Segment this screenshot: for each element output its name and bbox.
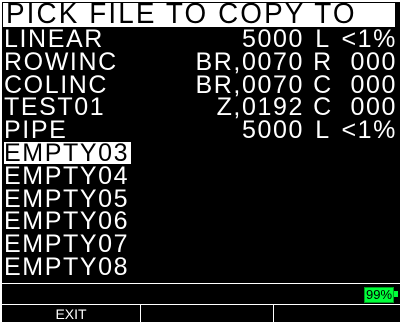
- softkey-2[interactable]: [141, 305, 274, 322]
- file-name: EMPTY04: [4, 161, 130, 190]
- device-screen: PICK FILE TO COPY TO LINEAR 5000 L <1% ROWIN…: [2, 2, 400, 322]
- file-value: <1%: [341, 25, 397, 53]
- file-value: 000: [350, 70, 397, 99]
- file-name: TEST01: [4, 93, 106, 122]
- file-name: EMPTY05: [4, 184, 130, 213]
- softkey-3[interactable]: [274, 305, 400, 322]
- file-name: EMPTY08: [4, 253, 130, 281]
- file-mode: C: [313, 93, 333, 122]
- file-row[interactable]: PIPE 5000 L <1%: [2, 116, 397, 145]
- file-name: PIPE: [4, 116, 68, 145]
- file-name: EMPTY07: [4, 230, 130, 259]
- battery-level: 99%: [366, 287, 393, 302]
- file-row[interactable]: COLINC BR,0070 C 000: [2, 70, 397, 99]
- file-name: ROWINC: [4, 47, 118, 76]
- softkey-bar: EXIT: [2, 304, 400, 322]
- battery-indicator: 99%: [364, 287, 394, 303]
- file-row[interactable]: LINEAR 5000 L <1%: [2, 25, 397, 53]
- status-bar: 99%: [2, 283, 400, 304]
- file-resolution: 5000: [241, 116, 304, 145]
- file-row[interactable]: TEST01 Z,0192 C 000: [2, 93, 397, 122]
- file-resolution: BR,0070: [195, 70, 304, 99]
- file-name: COLINC: [4, 70, 109, 99]
- file-row[interactable]: EMPTY04: [2, 161, 394, 190]
- file-name: EMPTY03: [4, 139, 132, 167]
- battery-nub: [394, 291, 398, 297]
- file-name: LINEAR: [4, 25, 104, 53]
- file-row[interactable]: EMPTY03: [2, 139, 394, 167]
- file-mode: C: [313, 70, 333, 99]
- file-resolution: 5000: [241, 25, 304, 53]
- file-row[interactable]: EMPTY08: [2, 253, 394, 281]
- file-value: 000: [350, 93, 397, 122]
- file-mode: R: [313, 47, 333, 76]
- file-row[interactable]: EMPTY06: [2, 207, 394, 236]
- file-value: 000: [350, 47, 397, 76]
- file-row[interactable]: EMPTY07: [2, 230, 394, 259]
- file-value: <1%: [341, 116, 397, 145]
- file-mode: L: [315, 116, 331, 145]
- file-row[interactable]: EMPTY05: [2, 184, 394, 213]
- file-resolution: BR,0070: [195, 47, 304, 76]
- file-row[interactable]: ROWINC BR,0070 R 000: [2, 47, 397, 76]
- file-name: EMPTY06: [4, 207, 130, 236]
- file-resolution: Z,0192: [216, 93, 304, 122]
- file-mode: L: [315, 25, 331, 53]
- softkey-exit[interactable]: EXIT: [2, 305, 141, 322]
